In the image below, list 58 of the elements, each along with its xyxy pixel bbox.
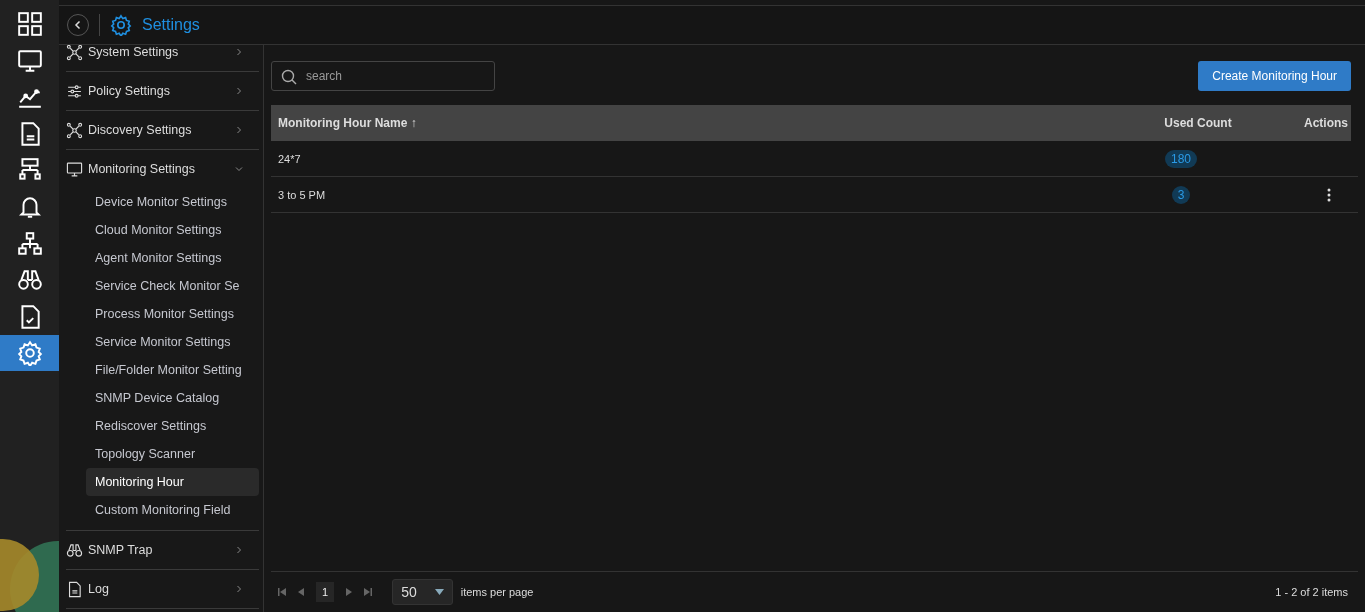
- chevron-right-icon: [235, 48, 243, 56]
- pagination-summary: 1 - 2 of 2 items: [1275, 586, 1348, 598]
- items-per-page-label: items per page: [460, 586, 534, 598]
- grid-icon: [16, 11, 43, 37]
- caret-down-icon: [434, 589, 444, 595]
- column-header[interactable]: Used Count: [1138, 116, 1258, 130]
- chevron-right-icon: [235, 585, 243, 593]
- table-cell: 24*7: [278, 152, 301, 165]
- create-button[interactable]: Create Monitoring Hour: [1198, 61, 1351, 91]
- sidebar-item[interactable]: Service Check Monitor Se: [86, 272, 259, 300]
- topology-icon: [16, 230, 43, 257]
- gear-icon: [16, 340, 43, 367]
- doc-icon: [66, 580, 83, 598]
- sidebar-item[interactable]: Monitoring Hour: [86, 468, 259, 496]
- sidebar-group[interactable]: Monitoring Settings: [66, 150, 259, 188]
- chevron-left-icon: [73, 20, 83, 30]
- count-badge[interactable]: 3: [1171, 185, 1191, 204]
- sidebar-item[interactable]: SNMP Device Catalog: [86, 384, 259, 412]
- sidebar-item[interactable]: Custom Monitoring Field: [86, 496, 259, 524]
- chevron-right-icon: [235, 126, 243, 134]
- page-size-dropdown[interactable]: 50: [392, 579, 453, 605]
- last-page-icon[interactable]: [364, 588, 373, 596]
- sidebar-item[interactable]: File/Folder Monitor Setting: [86, 356, 259, 384]
- page-title: Settings: [142, 16, 200, 34]
- table-cell: 3 to 5 PM: [278, 188, 326, 201]
- search-icon: [281, 69, 297, 85]
- sidebar-item[interactable]: Device Monitor Settings: [86, 188, 259, 216]
- chevron-right-icon: [235, 546, 243, 554]
- gear-nav-button[interactable]: [0, 335, 59, 372]
- sidebar-item[interactable]: Cloud Monitor Settings: [86, 216, 259, 244]
- binoculars-icon: [66, 541, 83, 559]
- monitor-icon: [16, 47, 43, 74]
- sidebar-group[interactable]: System Settings: [66, 45, 259, 71]
- column-header: Actions: [1303, 116, 1349, 130]
- sidebar-item[interactable]: Rediscover Settings: [86, 412, 259, 440]
- sidebar-item[interactable]: Service Monitor Settings: [86, 328, 259, 356]
- count-badge[interactable]: 180: [1165, 149, 1197, 168]
- sliders-icon: [66, 82, 83, 100]
- page-button[interactable]: 1: [316, 582, 335, 602]
- sidebar-group[interactable]: Discovery Settings: [66, 111, 259, 149]
- search-field[interactable]: search: [271, 61, 495, 91]
- nodes-icon: [66, 45, 83, 61]
- more-options-icon[interactable]: [1327, 187, 1331, 202]
- sidebar-item[interactable]: Agent Monitor Settings: [86, 244, 259, 272]
- next-page-icon[interactable]: [346, 588, 353, 596]
- chevron-down-icon: [235, 165, 243, 173]
- nodes-icon: [66, 121, 83, 139]
- sidebar-group[interactable]: SNMP Trap: [66, 531, 259, 569]
- sidebar-group[interactable]: Policy Settings: [66, 72, 259, 110]
- monitor-icon: [66, 160, 83, 178]
- chevron-right-icon: [235, 87, 243, 95]
- column-header[interactable]: Monitoring Hour Name ↑: [271, 116, 1138, 130]
- previous-page-icon[interactable]: [298, 588, 304, 596]
- sidebar-item[interactable]: Topology Scanner: [86, 440, 259, 468]
- settings-icon: [110, 14, 132, 36]
- first-page-icon[interactable]: [278, 588, 286, 596]
- sidebar-group[interactable]: Log: [66, 570, 259, 608]
- sidebar-item[interactable]: Process Monitor Settings: [86, 300, 259, 328]
